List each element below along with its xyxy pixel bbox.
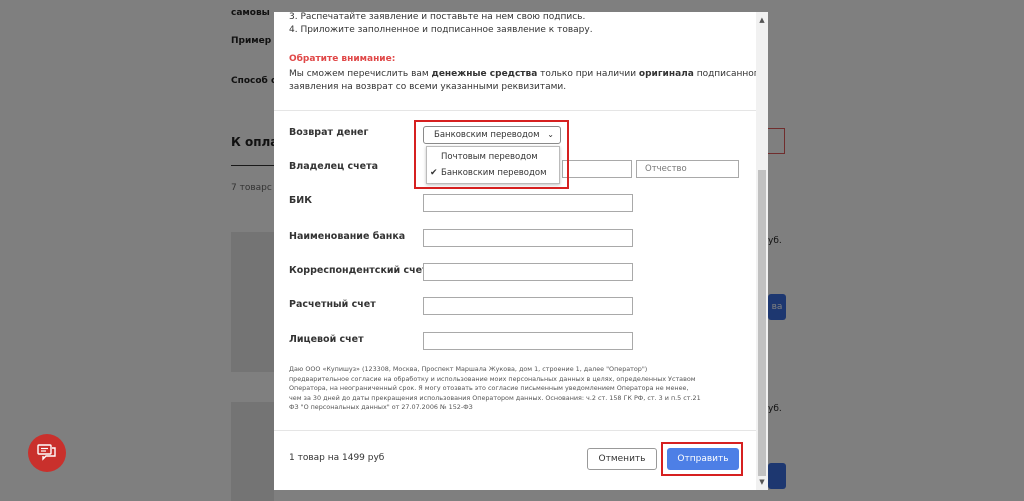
consent-text: Даю ООО «Купишуз» (123308, Москва, Просп… — [289, 365, 701, 413]
notice-bold: денежные средства — [431, 69, 538, 79]
consent-line: чем за 30 дней до даты прекращения испол… — [289, 393, 701, 402]
settlement-account-label: Расчетный счет — [289, 299, 376, 310]
bik-input[interactable] — [423, 194, 633, 212]
personal-account-label: Лицевой счет — [289, 334, 364, 345]
scrollbar-thumb[interactable] — [758, 170, 766, 476]
modal-scrollbar[interactable]: ▲ ▼ — [756, 12, 768, 490]
consent-line: Оператора, на неограниченный срок. Я мог… — [289, 384, 689, 392]
notice-line-2: заявления на возврат со всеми указанными… — [289, 82, 567, 92]
instruction-step-3: 3. Распечатайте заявление и поставьте на… — [289, 12, 586, 22]
cancel-button[interactable]: Отменить — [587, 448, 657, 470]
scroll-up-icon[interactable]: ▲ — [756, 14, 768, 26]
notice-title: Обратите внимание: — [289, 54, 396, 64]
consent-line: предварительное согласие на обработку и … — [289, 374, 696, 383]
notice-text: подписанного — [696, 69, 756, 79]
notice-bold: оригинала — [638, 69, 694, 79]
refund-method-label: Возврат денег — [289, 127, 369, 138]
consent-line: ФЗ "О персональных данных" от 27.07.2006… — [289, 403, 473, 411]
section-divider — [274, 110, 756, 111]
bank-name-label: Наименование банка — [289, 231, 406, 242]
consent-line: Даю ООО «Купишуз» (123308, Москва, Просп… — [289, 365, 648, 373]
order-summary: 1 товар на 1499 руб — [289, 453, 385, 463]
settlement-account-input[interactable] — [423, 297, 633, 315]
highlight-refund-select — [414, 120, 569, 189]
bank-name-input[interactable] — [423, 229, 633, 247]
notice-text: Мы сможем перечислить вам — [289, 69, 432, 79]
instruction-step-4: 4. Приложите заполненное и подписанное з… — [289, 25, 593, 35]
notice-text: только при наличии — [537, 69, 639, 79]
notice-line-1: Мы сможем перечислить вам денежные средс… — [289, 69, 756, 79]
owner-middle-input[interactable] — [562, 160, 632, 178]
bik-label: БИК — [289, 195, 312, 206]
corr-account-label: Корреспондентский счет — [289, 265, 428, 276]
personal-account-input[interactable] — [423, 332, 633, 350]
chat-button[interactable] — [28, 434, 66, 472]
chat-bubble-icon — [37, 444, 56, 461]
patronymic-input[interactable]: Отчество — [636, 160, 739, 178]
highlight-submit — [661, 442, 743, 476]
scroll-down-icon[interactable]: ▼ — [756, 476, 768, 488]
corr-account-input[interactable] — [423, 263, 633, 281]
refund-modal: 3. Распечатайте заявление и поставьте на… — [274, 12, 768, 490]
modal-content: 3. Распечатайте заявление и поставьте на… — [274, 12, 756, 430]
account-owner-label: Владелец счета — [289, 161, 378, 172]
